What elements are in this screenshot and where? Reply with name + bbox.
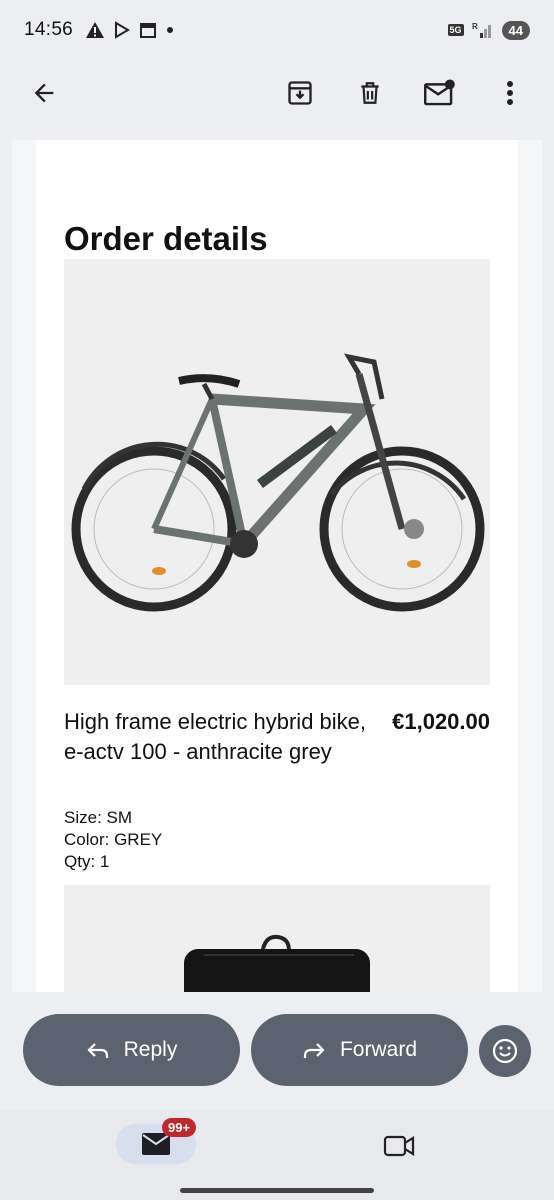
battery-indicator: 44 — [501, 20, 530, 40]
product-qty: Qty: 1 — [64, 852, 110, 871]
archive-button[interactable] — [276, 69, 324, 117]
product-name: High frame electric hybrid bike, e-actv … — [64, 709, 367, 764]
dot-icon — [167, 27, 174, 33]
roaming-indicator: R — [472, 22, 478, 31]
forward-label: Forward — [339, 1038, 418, 1061]
calendar-icon — [140, 23, 157, 38]
emoji-icon — [492, 1038, 518, 1064]
status-notification-icons — [85, 21, 175, 39]
delete-icon — [361, 82, 379, 104]
product-image-bike[interactable] — [64, 259, 490, 685]
product-size: Size: SM — [64, 808, 133, 827]
more-vert-icon — [507, 81, 513, 105]
archive-icon — [288, 81, 312, 105]
unread-count-badge: 99+ — [162, 1118, 197, 1137]
nav-meet-tab[interactable] — [376, 1128, 422, 1164]
product-price: €1,020.00 — [392, 709, 490, 734]
bike-illustration — [71, 353, 485, 612]
back-button[interactable] — [20, 69, 68, 117]
order-details-heading: Order details — [64, 220, 268, 257]
back-arrow-icon — [34, 83, 54, 103]
delete-button[interactable] — [346, 69, 394, 117]
warning-icon — [86, 22, 105, 38]
product-image-bag[interactable] — [64, 885, 490, 992]
reply-icon — [87, 1043, 108, 1058]
forward-icon — [303, 1043, 325, 1058]
status-bar: 14:56 5G R 44 — [0, 0, 554, 60]
bottom-navigation: 99+ — [0, 1110, 554, 1200]
mark-unread-icon — [424, 79, 455, 106]
video-camera-icon — [383, 1135, 415, 1157]
forward-button[interactable]: Forward — [251, 1014, 468, 1086]
email-toolbar — [0, 62, 554, 124]
signal-icon: R — [472, 22, 491, 38]
reply-actions-bar: Reply Forward — [0, 1014, 554, 1086]
network-type-badge: 5G — [447, 24, 464, 36]
more-options-button[interactable] — [486, 69, 534, 117]
emoji-reaction-button[interactable] — [479, 1025, 531, 1077]
home-indicator[interactable] — [180, 1188, 374, 1193]
bag-illustration — [184, 934, 370, 992]
play-store-icon — [115, 21, 131, 39]
product-color: Color: GREY — [64, 830, 163, 849]
reply-label: Reply — [123, 1038, 178, 1061]
email-body[interactable]: Order details High frame electric hybrid… — [12, 140, 542, 992]
reply-button[interactable]: Reply — [23, 1014, 240, 1086]
status-time: 14:56 — [24, 19, 74, 40]
mark-unread-button[interactable] — [416, 69, 464, 117]
